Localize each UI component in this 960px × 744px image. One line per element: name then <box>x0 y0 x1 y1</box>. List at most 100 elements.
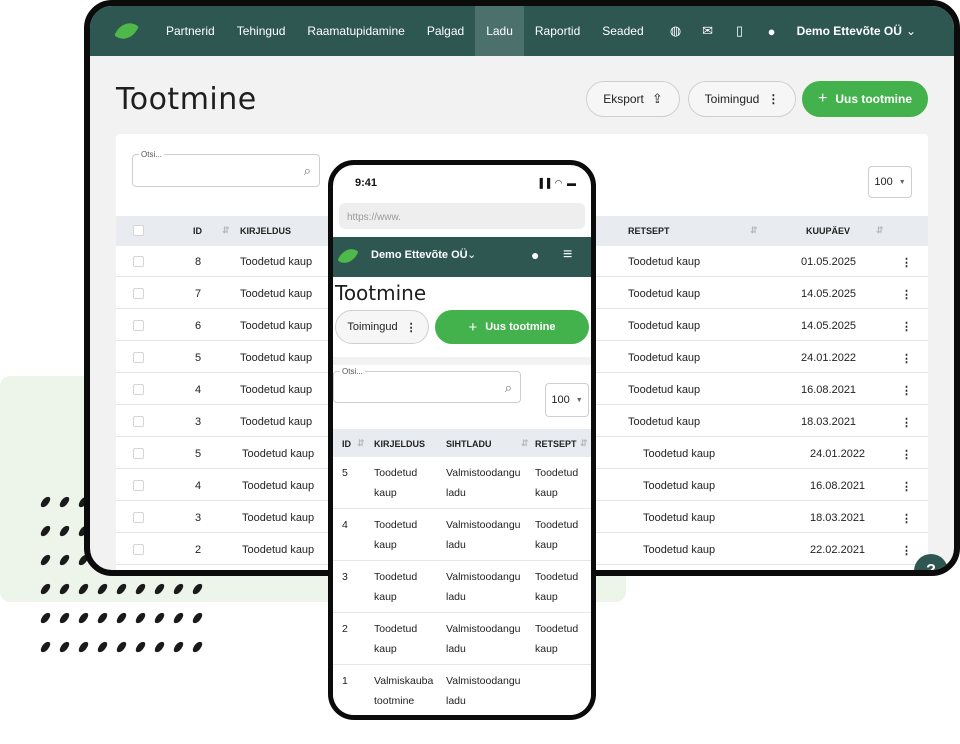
sort-icon[interactable]: ⇵ <box>750 225 758 236</box>
phone-row-description: Toodetud kaup <box>374 571 418 603</box>
nav-item-palgad[interactable]: Palgad <box>416 6 475 56</box>
phone-column-header-sihtladu[interactable]: SIHTLADU <box>446 439 492 449</box>
leaf-dot-icon <box>153 640 166 654</box>
help-button[interactable]: ? <box>914 554 948 570</box>
chevron-down-icon[interactable]: ⌄ <box>467 248 476 261</box>
sort-icon[interactable]: ⇵ <box>357 438 365 449</box>
phone-new-production-button[interactable]: + Uus tootmine <box>435 310 589 344</box>
column-header-kirjeldus[interactable]: KIRJELDUS <box>240 226 291 236</box>
row-checkbox[interactable] <box>133 448 144 459</box>
user-icon[interactable]: ● <box>531 247 539 263</box>
row-checkbox[interactable] <box>133 416 144 427</box>
phone-table-row[interactable]: 4 Toodetud kaup Valmistoodangu ladu Toodetu… <box>333 509 591 561</box>
row-checkbox[interactable] <box>133 352 144 363</box>
row-checkbox[interactable] <box>133 544 144 555</box>
row-more-vertical-icon[interactable]: ⋮ <box>901 384 912 397</box>
phone-table-row[interactable]: 5 Toodetud kaup Valmistoodangu ladu Toodetu… <box>333 457 591 509</box>
row-date: 01.05.2025 <box>801 256 857 268</box>
actions-button[interactable]: Toimingud ⋮ <box>688 81 796 117</box>
globe-icon[interactable]: ◍ <box>669 23 683 39</box>
leaf-dot-icon <box>58 495 71 509</box>
phone-new-production-label: Uus tootmine <box>485 321 556 333</box>
row-id: 4 <box>195 480 202 492</box>
plus-icon: + <box>468 318 478 336</box>
select-all-checkbox[interactable] <box>133 225 144 236</box>
row-recipe: Toodetud kaup <box>643 512 716 524</box>
phone-column-header-retsept[interactable]: RETSEPT <box>535 439 577 449</box>
phone-column-header-id[interactable]: ID <box>342 439 351 449</box>
phone-actions-button[interactable]: Toimingud ⋮ <box>335 310 429 344</box>
phone-table-row[interactable]: 3 Toodetud kaup Valmistoodangu ladu Toodetu… <box>333 561 591 613</box>
phone-search-input[interactable]: Otsi... ⌕ <box>333 367 521 403</box>
new-production-button[interactable]: + Uus tootmine <box>802 81 928 117</box>
column-header-kuupaev[interactable]: KUUPÄEV <box>806 226 850 236</box>
row-date: 14.05.2025 <box>801 288 857 300</box>
document-icon[interactable]: ▯ <box>733 23 747 39</box>
row-checkbox[interactable] <box>133 320 144 331</box>
row-checkbox[interactable] <box>133 384 144 395</box>
search-icon: ⌕ <box>303 163 311 178</box>
leaf-dot-icon <box>39 582 52 596</box>
search-input[interactable]: Otsi... ⌕ <box>132 150 320 187</box>
phone-row-id: 3 <box>342 571 348 583</box>
browser-url-bar[interactable]: https://www. <box>339 203 585 229</box>
nav-item-partnerid[interactable]: Partnerid <box>155 6 226 56</box>
export-button[interactable]: Eksport ⇪ <box>586 81 680 117</box>
leaf-logo-icon[interactable] <box>337 244 359 268</box>
column-header-id[interactable]: ID <box>193 226 202 236</box>
hamburger-menu-icon[interactable]: ≡ <box>563 246 572 264</box>
row-checkbox[interactable] <box>133 512 144 523</box>
mail-icon[interactable]: ✉ <box>701 23 715 39</box>
phone-column-header-kirjeldus[interactable]: KIRJELDUS <box>374 439 425 449</box>
row-recipe: Toodetud kaup <box>628 352 701 364</box>
row-id: 5 <box>195 448 202 460</box>
sort-icon[interactable]: ⇵ <box>222 225 230 236</box>
row-date: 24.01.2022 <box>801 352 857 364</box>
nav-item-seaded[interactable]: Seaded <box>591 6 654 56</box>
row-date: 24.01.2022 <box>810 448 866 460</box>
row-more-vertical-icon[interactable]: ⋮ <box>901 480 912 493</box>
row-description: Toodetud kaup <box>240 288 313 300</box>
phone-table-row[interactable]: 1 Valmiskauba tootmine Valmistoodangu ladu <box>333 665 591 715</box>
per-page-value: 100 <box>874 176 893 188</box>
user-icon[interactable]: ● <box>765 24 779 39</box>
sort-icon[interactable]: ⇵ <box>521 438 529 449</box>
leaf-dot-icon <box>172 611 185 625</box>
leaf-dot-icon <box>134 582 147 596</box>
phone-per-page-value: 100 <box>551 394 570 406</box>
row-checkbox[interactable] <box>133 256 144 267</box>
leaf-dot-icon <box>96 582 109 596</box>
leaf-dot-icon <box>58 611 71 625</box>
sort-icon[interactable]: ⇵ <box>876 225 884 236</box>
phone-row-id: 4 <box>342 519 348 531</box>
row-id: 2 <box>195 544 202 556</box>
row-more-vertical-icon[interactable]: ⋮ <box>901 320 912 333</box>
row-more-vertical-icon[interactable]: ⋮ <box>901 288 912 301</box>
per-page-select[interactable]: 100 ▼ <box>868 166 912 198</box>
nav-item-raportid[interactable]: Raportid <box>524 6 591 56</box>
nav-item-ladu[interactable]: Ladu <box>475 6 524 56</box>
row-recipe: Toodetud kaup <box>628 256 701 268</box>
phone-table-row[interactable]: 2 Toodetud kaup Valmistoodangu ladu Toodetu… <box>333 613 591 665</box>
sort-icon[interactable]: ⇵ <box>580 438 588 449</box>
row-more-vertical-icon[interactable]: ⋮ <box>901 352 912 365</box>
row-checkbox[interactable] <box>133 480 144 491</box>
nav-item-tehingud[interactable]: Tehingud <box>226 6 297 56</box>
row-more-vertical-icon[interactable]: ⋮ <box>901 512 912 525</box>
export-label: Eksport <box>603 92 644 106</box>
phone-per-page-select[interactable]: 100 ▼ <box>545 383 589 417</box>
row-id: 8 <box>195 256 202 268</box>
company-switcher[interactable]: Demo Ettevõte OÜ ⌄ <box>797 24 916 38</box>
phone-actions-label: Toimingud <box>347 321 398 333</box>
nav-item-raamatupidamine[interactable]: Raamatupidamine <box>296 6 415 56</box>
phone-row-warehouse: Valmistoodangu ladu <box>446 571 521 603</box>
column-header-retsept[interactable]: RETSEPT <box>628 226 670 236</box>
row-checkbox[interactable] <box>133 288 144 299</box>
row-more-vertical-icon[interactable]: ⋮ <box>901 256 912 269</box>
phone-company-name[interactable]: Demo Ettevõte OÜ <box>371 249 468 261</box>
leaf-logo-icon[interactable] <box>114 18 139 44</box>
row-more-vertical-icon[interactable]: ⋮ <box>901 544 912 557</box>
leaf-dot-icon <box>115 640 128 654</box>
row-more-vertical-icon[interactable]: ⋮ <box>901 448 912 461</box>
row-more-vertical-icon[interactable]: ⋮ <box>901 416 912 429</box>
